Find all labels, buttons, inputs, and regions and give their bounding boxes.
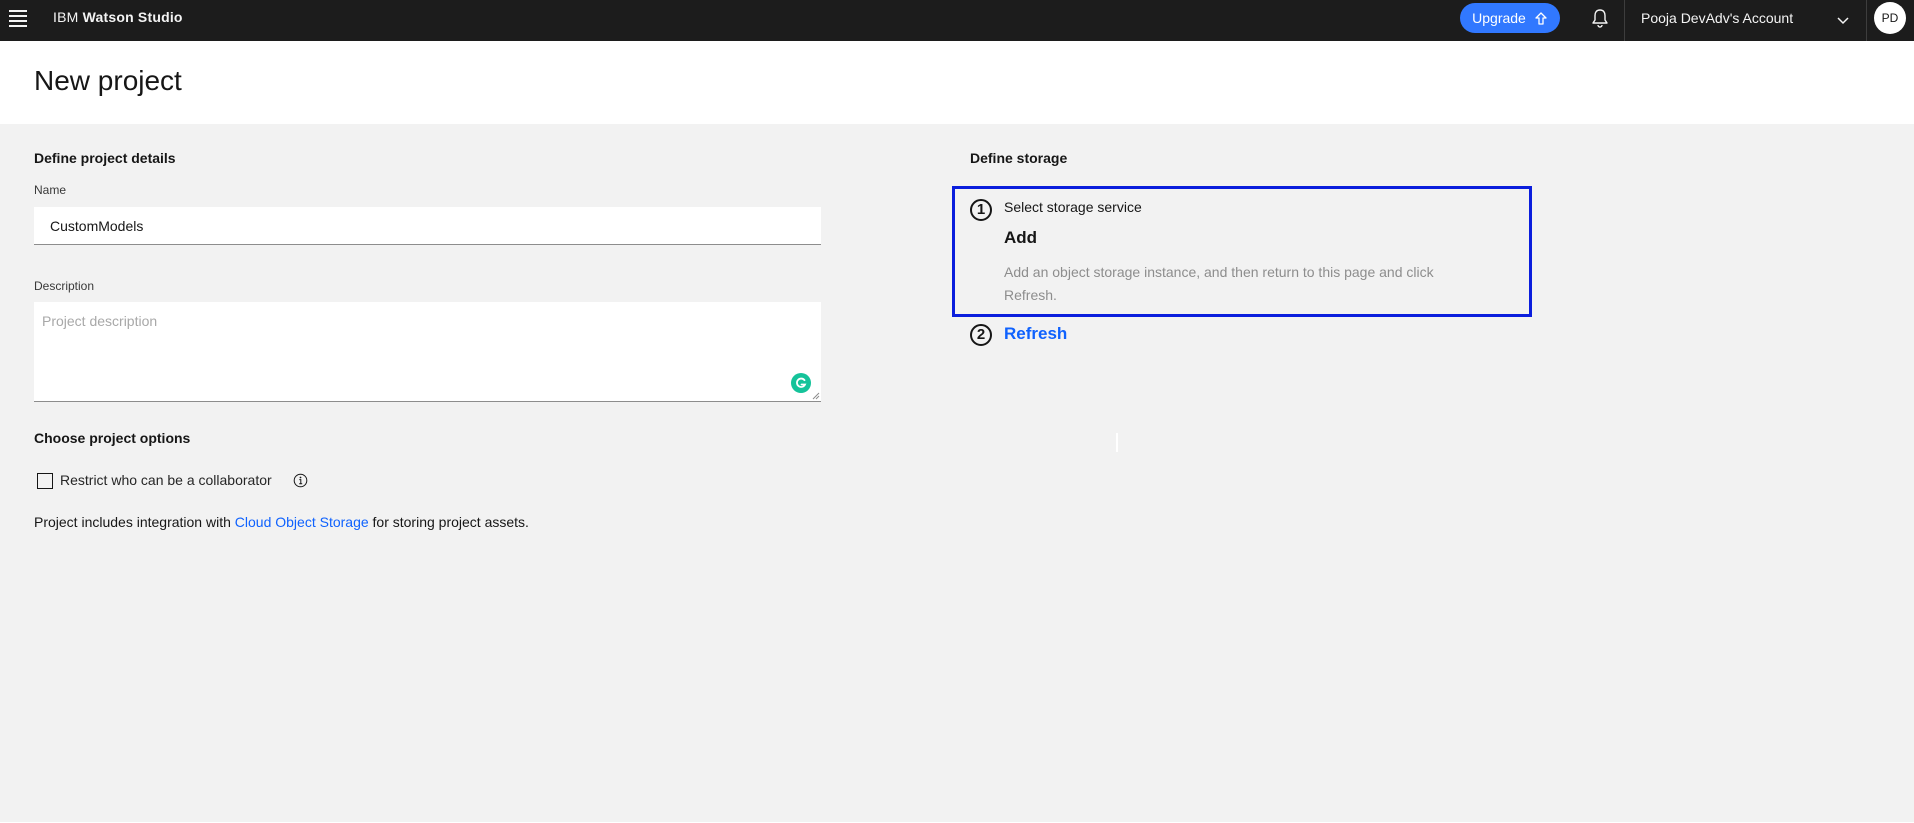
brand-name: Watson Studio	[82, 9, 183, 25]
topbar-divider	[1866, 0, 1867, 41]
grammarly-g-icon	[796, 377, 807, 388]
upgrade-label: Upgrade	[1472, 10, 1526, 26]
avatar[interactable]: PD	[1874, 2, 1906, 34]
bell-icon[interactable]	[1589, 7, 1611, 29]
topbar-divider	[1624, 0, 1625, 41]
cloud-object-storage-link[interactable]: Cloud Object Storage	[235, 514, 369, 530]
info-icon[interactable]	[293, 473, 308, 488]
product-brand[interactable]: IBM Watson Studio	[53, 9, 183, 25]
upgrade-button[interactable]: Upgrade	[1460, 3, 1560, 33]
account-switcher[interactable]: Pooja DevAdv's Account	[1640, 0, 1866, 41]
upload-arrow-icon	[1535, 12, 1547, 25]
step-1-badge: 1	[970, 199, 992, 221]
name-label: Name	[34, 183, 67, 197]
project-details-heading: Define project details	[34, 150, 176, 166]
refresh-link[interactable]: Refresh	[1004, 324, 1067, 344]
chevron-down-icon	[1837, 17, 1849, 25]
page-header: New project	[0, 41, 1914, 124]
step-1-label: Select storage service	[1004, 199, 1142, 215]
integration-prefix: Project includes integration with	[34, 514, 235, 530]
account-label: Pooja DevAdv's Account	[1641, 10, 1794, 26]
resize-handle-icon[interactable]	[812, 392, 820, 400]
menu-icon[interactable]	[9, 10, 27, 27]
restrict-collaborator-checkbox[interactable]	[37, 473, 53, 489]
storage-integration-note: Project includes integration with Cloud …	[34, 514, 529, 530]
top-navigation-bar: IBM Watson Studio Upgrade Pooja DevAdv's…	[0, 0, 1914, 41]
project-description-input[interactable]	[34, 302, 821, 402]
restrict-collaborator-label[interactable]: Restrict who can be a collaborator	[60, 472, 272, 488]
define-storage-heading: Define storage	[970, 150, 1068, 166]
step-2-badge: 2	[970, 324, 992, 346]
description-label: Description	[34, 279, 95, 293]
page-title: New project	[34, 65, 182, 96]
add-storage-link[interactable]: Add	[1004, 228, 1037, 248]
project-name-input[interactable]	[34, 207, 821, 245]
add-storage-description: Add an object storage instance, and then…	[1004, 264, 1434, 303]
text-cursor	[1116, 433, 1118, 452]
brand-prefix: IBM	[53, 9, 83, 25]
grammarly-icon[interactable]	[791, 373, 811, 393]
integration-suffix: for storing project assets.	[368, 514, 529, 530]
project-options-heading: Choose project options	[34, 430, 191, 446]
